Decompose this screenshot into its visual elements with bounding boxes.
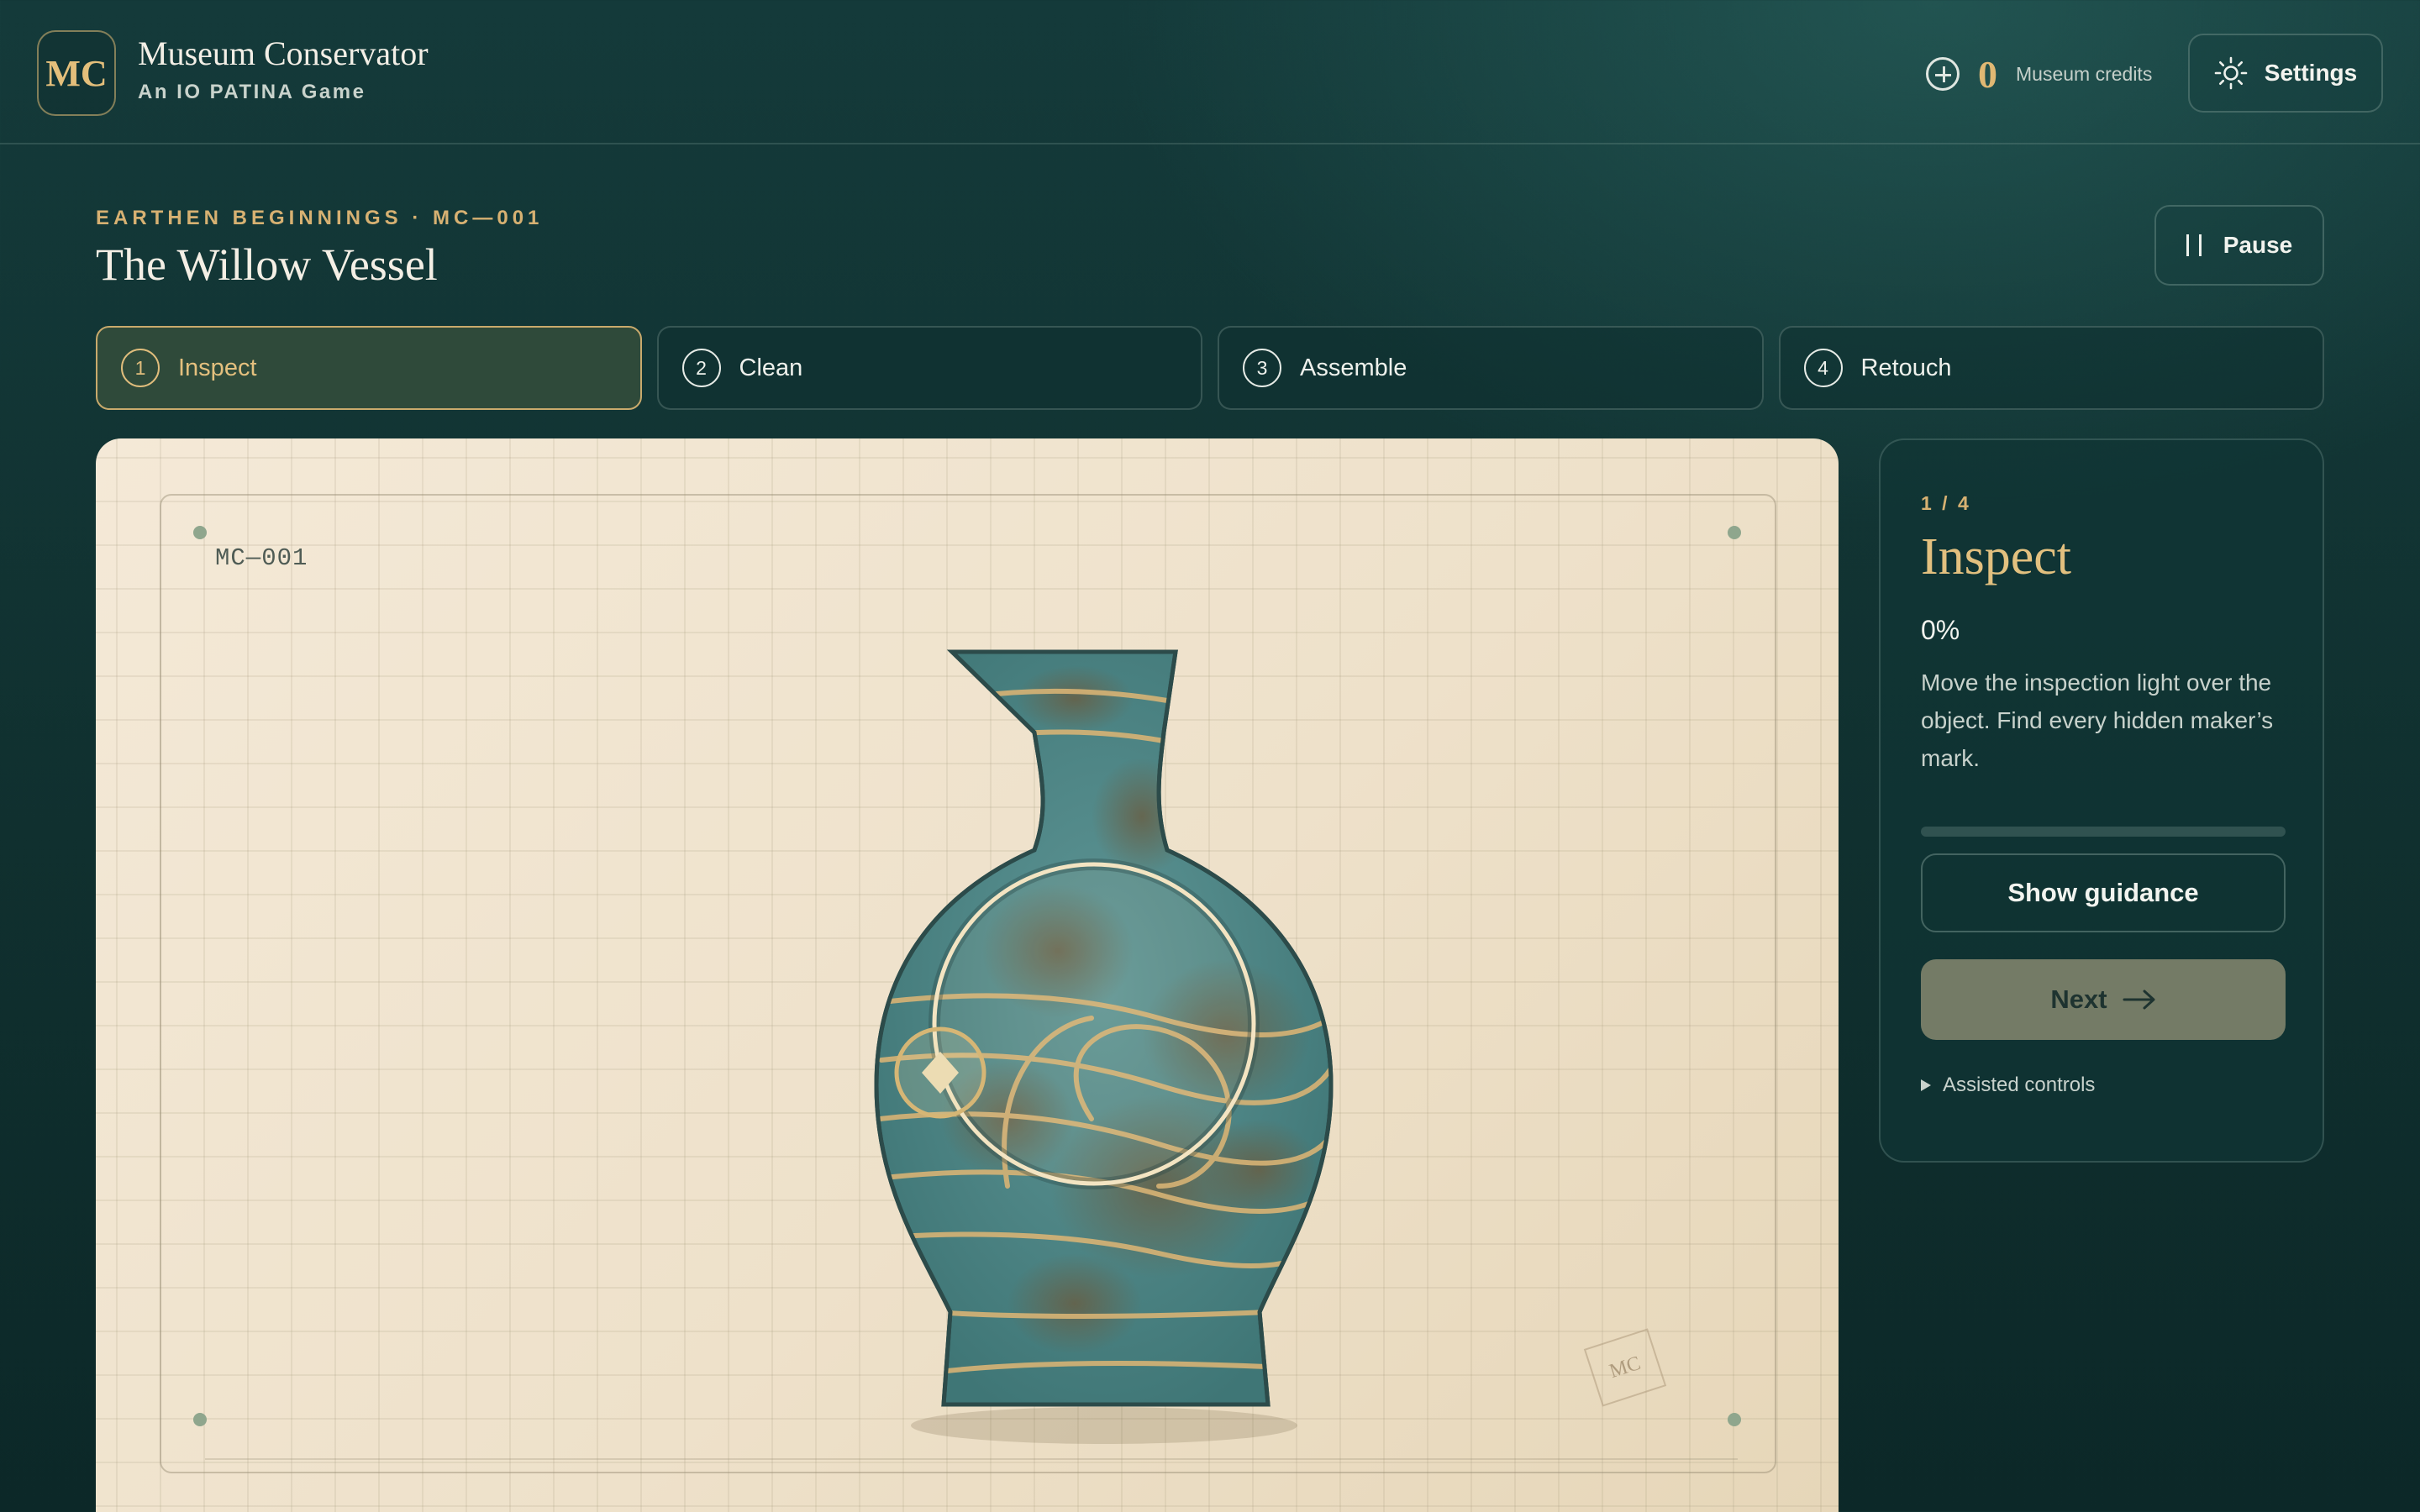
- level-eyebrow: EARTHEN BEGINNINGS · MC—001: [96, 207, 544, 229]
- credits-value: 0: [1978, 52, 1997, 96]
- step-label: Assemble: [1300, 354, 1407, 381]
- step-number: 1: [121, 349, 160, 387]
- step-label: Retouch: [1860, 354, 1952, 381]
- step-tab-clean[interactable]: 2 Clean: [656, 326, 1202, 410]
- sun-icon: [2214, 56, 2248, 90]
- step-tab-retouch[interactable]: 4 Retouch: [1778, 326, 2324, 410]
- level-title: The Willow Vessel: [96, 239, 438, 290]
- app-title: Museum Conservator: [138, 34, 429, 72]
- pause-icon: [2186, 234, 2202, 256]
- step-number: 4: [1803, 349, 1843, 387]
- plus-circle-icon[interactable]: [1926, 57, 1960, 91]
- progress-bar: [1921, 827, 2286, 837]
- settings-button[interactable]: Settings: [2188, 34, 2383, 113]
- show-guidance-button[interactable]: Show guidance: [1921, 853, 2286, 932]
- next-label: Next: [2050, 984, 2107, 1014]
- top-bar: MC Museum Conservator An IO PATINA Game …: [0, 0, 2420, 144]
- step-number: 2: [681, 349, 721, 387]
- step-panel: 1 / 4 Inspect 0% Move the inspection lig…: [1879, 438, 2324, 1163]
- step-instructions: Move the inspection light over the objec…: [1921, 669, 2274, 771]
- willow-vessel-artifact[interactable]: [688, 648, 1486, 1488]
- step-tabs: 1 Inspect 2 Clean 3 Assemble 4 Retouch: [96, 326, 2324, 410]
- step-counter: 1 / 4: [1921, 492, 1971, 514]
- pause-button[interactable]: Pause: [2154, 205, 2324, 286]
- step-label: Clean: [739, 354, 803, 381]
- credits-label: Museum credits: [2016, 62, 2153, 85]
- app-logo: MC: [37, 30, 116, 116]
- step-tab-inspect[interactable]: 1 Inspect: [96, 326, 642, 410]
- step-tab-assemble[interactable]: 3 Assemble: [1218, 326, 1764, 410]
- arrow-right-icon: [2123, 990, 2155, 1010]
- panel-title: Inspect: [1921, 528, 2072, 585]
- corner-pin: [193, 1413, 207, 1426]
- step-number: 3: [1243, 349, 1281, 387]
- museum-credits: 0 Museum credits: [1926, 50, 2152, 97]
- workbench-canvas[interactable]: MC—001 MC: [96, 438, 1839, 1512]
- assisted-controls-toggle[interactable]: Assisted controls: [1921, 1074, 2095, 1097]
- step-label: Inspect: [178, 354, 257, 381]
- corner-pin: [193, 526, 207, 539]
- settings-label: Settings: [2264, 60, 2358, 86]
- progress-percent: 0%: [1921, 615, 1960, 645]
- app-subtitle: An IO PATINA Game: [138, 81, 366, 103]
- pause-label: Pause: [2223, 232, 2293, 258]
- triangle-right-icon: [1921, 1079, 1931, 1091]
- corner-pin: [1728, 1413, 1741, 1426]
- assisted-controls-label: Assisted controls: [1943, 1074, 2096, 1096]
- next-button[interactable]: Next: [1921, 959, 2286, 1040]
- catalog-id: MC—001: [215, 544, 308, 572]
- corner-pin: [1728, 526, 1741, 539]
